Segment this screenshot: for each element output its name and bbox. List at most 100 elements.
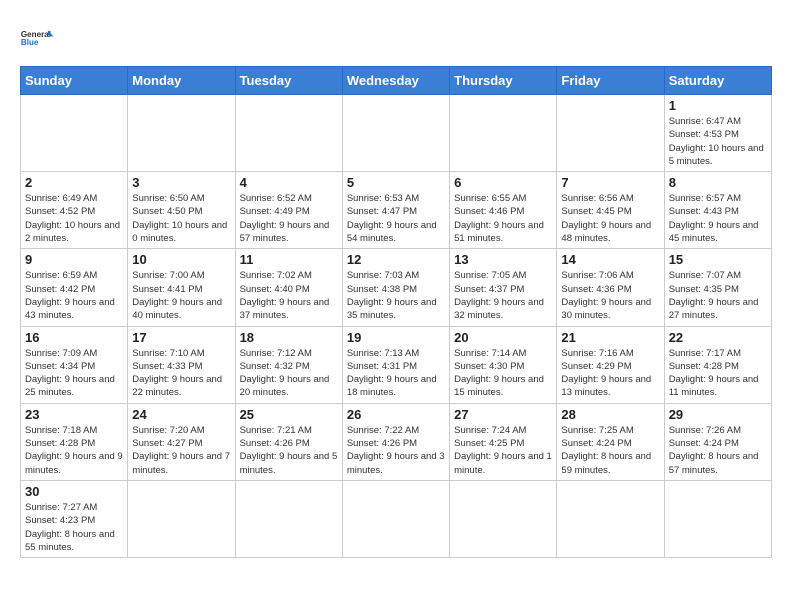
day-info: Sunrise: 6:53 AM Sunset: 4:47 PM Dayligh… [347, 192, 445, 245]
calendar-cell: 25Sunrise: 7:21 AM Sunset: 4:26 PM Dayli… [235, 403, 342, 480]
day-number: 29 [669, 407, 767, 422]
day-info: Sunrise: 6:55 AM Sunset: 4:46 PM Dayligh… [454, 192, 552, 245]
calendar-cell: 7 Sunrise: 6:56 AM Sunset: 4:45 PM Daylig… [557, 172, 664, 249]
calendar-cell: 10 Sunrise: 7:00 AM Sunset: 4:41 PM Dayli… [128, 249, 235, 326]
day-number: 6 [454, 175, 552, 190]
day-info: Sunrise: 7:10 AM Sunset: 4:33 PM Dayligh… [132, 347, 230, 400]
day-number: 18 [240, 330, 338, 345]
header-day-tuesday: Tuesday [235, 67, 342, 95]
calendar-week-3: 9 Sunrise: 6:59 AM Sunset: 4:42 PM Daylig… [21, 249, 772, 326]
day-info: Sunrise: 7:12 AM Sunset: 4:32 PM Dayligh… [240, 347, 338, 400]
calendar-cell: 12 Sunrise: 7:03 AM Sunset: 4:38 PM Dayli… [342, 249, 449, 326]
calendar-cell [128, 95, 235, 172]
day-info: Sunrise: 6:47 AM Sunset: 4:53 PM Dayligh… [669, 115, 767, 168]
calendar-cell: 6 Sunrise: 6:55 AM Sunset: 4:46 PM Daylig… [450, 172, 557, 249]
calendar-cell: 16Sunrise: 7:09 AM Sunset: 4:34 PM Dayli… [21, 326, 128, 403]
calendar-cell: 3 Sunrise: 6:50 AM Sunset: 4:50 PM Daylig… [128, 172, 235, 249]
day-info: Sunrise: 7:13 AM Sunset: 4:31 PM Dayligh… [347, 347, 445, 400]
day-info: Sunrise: 7:22 AM Sunset: 4:26 PM Dayligh… [347, 424, 445, 477]
calendar-cell: 27Sunrise: 7:24 AM Sunset: 4:25 PM Dayli… [450, 403, 557, 480]
calendar-cell: 8 Sunrise: 6:57 AM Sunset: 4:43 PM Daylig… [664, 172, 771, 249]
calendar-week-2: 2 Sunrise: 6:49 AM Sunset: 4:52 PM Daylig… [21, 172, 772, 249]
calendar-cell [342, 480, 449, 557]
calendar-week-4: 16Sunrise: 7:09 AM Sunset: 4:34 PM Dayli… [21, 326, 772, 403]
logo: GeneralBlue [20, 20, 56, 56]
day-number: 25 [240, 407, 338, 422]
day-number: 11 [240, 252, 338, 267]
calendar-cell: 30Sunrise: 7:27 AM Sunset: 4:23 PM Dayli… [21, 480, 128, 557]
day-number: 7 [561, 175, 659, 190]
day-info: Sunrise: 6:57 AM Sunset: 4:43 PM Dayligh… [669, 192, 767, 245]
calendar-week-5: 23Sunrise: 7:18 AM Sunset: 4:28 PM Dayli… [21, 403, 772, 480]
day-info: Sunrise: 6:50 AM Sunset: 4:50 PM Dayligh… [132, 192, 230, 245]
calendar-cell: 28 Sunrise: 7:25 AM Sunset: 4:24 PM Dayli… [557, 403, 664, 480]
calendar-cell [557, 480, 664, 557]
day-number: 13 [454, 252, 552, 267]
day-info: Sunrise: 7:06 AM Sunset: 4:36 PM Dayligh… [561, 269, 659, 322]
day-info: Sunrise: 7:14 AM Sunset: 4:30 PM Dayligh… [454, 347, 552, 400]
calendar-cell: 14 Sunrise: 7:06 AM Sunset: 4:36 PM Dayli… [557, 249, 664, 326]
calendar-cell: 2 Sunrise: 6:49 AM Sunset: 4:52 PM Daylig… [21, 172, 128, 249]
day-number: 22 [669, 330, 767, 345]
day-number: 4 [240, 175, 338, 190]
day-info: Sunrise: 7:25 AM Sunset: 4:24 PM Dayligh… [561, 424, 659, 477]
svg-text:General: General [21, 30, 51, 39]
calendar-cell [128, 480, 235, 557]
calendar-cell: 9 Sunrise: 6:59 AM Sunset: 4:42 PM Daylig… [21, 249, 128, 326]
day-number: 23 [25, 407, 123, 422]
calendar-cell [21, 95, 128, 172]
header-day-thursday: Thursday [450, 67, 557, 95]
day-number: 3 [132, 175, 230, 190]
day-info: Sunrise: 6:52 AM Sunset: 4:49 PM Dayligh… [240, 192, 338, 245]
day-info: Sunrise: 7:07 AM Sunset: 4:35 PM Dayligh… [669, 269, 767, 322]
calendar-cell [664, 480, 771, 557]
day-info: Sunrise: 7:05 AM Sunset: 4:37 PM Dayligh… [454, 269, 552, 322]
calendar-cell: 23Sunrise: 7:18 AM Sunset: 4:28 PM Dayli… [21, 403, 128, 480]
day-number: 27 [454, 407, 552, 422]
day-number: 24 [132, 407, 230, 422]
calendar-cell: 19 Sunrise: 7:13 AM Sunset: 4:31 PM Dayli… [342, 326, 449, 403]
day-number: 10 [132, 252, 230, 267]
logo-icon: GeneralBlue [20, 20, 56, 56]
day-number: 15 [669, 252, 767, 267]
day-info: Sunrise: 6:56 AM Sunset: 4:45 PM Dayligh… [561, 192, 659, 245]
day-number: 30 [25, 484, 123, 499]
day-number: 1 [669, 98, 767, 113]
header-day-wednesday: Wednesday [342, 67, 449, 95]
day-number: 17 [132, 330, 230, 345]
day-number: 2 [25, 175, 123, 190]
day-info: Sunrise: 6:59 AM Sunset: 4:42 PM Dayligh… [25, 269, 123, 322]
calendar-cell [235, 480, 342, 557]
day-number: 5 [347, 175, 445, 190]
calendar-cell: 13 Sunrise: 7:05 AM Sunset: 4:37 PM Dayli… [450, 249, 557, 326]
calendar-cell: 29Sunrise: 7:26 AM Sunset: 4:24 PM Dayli… [664, 403, 771, 480]
calendar-cell: 21 Sunrise: 7:16 AM Sunset: 4:29 PM Dayli… [557, 326, 664, 403]
calendar-cell [342, 95, 449, 172]
calendar-cell: 1 Sunrise: 6:47 AM Sunset: 4:53 PM Daylig… [664, 95, 771, 172]
day-number: 9 [25, 252, 123, 267]
day-info: Sunrise: 7:00 AM Sunset: 4:41 PM Dayligh… [132, 269, 230, 322]
calendar-cell [450, 480, 557, 557]
day-info: Sunrise: 7:02 AM Sunset: 4:40 PM Dayligh… [240, 269, 338, 322]
calendar-cell: 4 Sunrise: 6:52 AM Sunset: 4:49 PM Daylig… [235, 172, 342, 249]
calendar-cell: 17 Sunrise: 7:10 AM Sunset: 4:33 PM Dayli… [128, 326, 235, 403]
day-number: 14 [561, 252, 659, 267]
day-info: Sunrise: 7:17 AM Sunset: 4:28 PM Dayligh… [669, 347, 767, 400]
day-info: Sunrise: 7:03 AM Sunset: 4:38 PM Dayligh… [347, 269, 445, 322]
day-info: Sunrise: 6:49 AM Sunset: 4:52 PM Dayligh… [25, 192, 123, 245]
day-number: 21 [561, 330, 659, 345]
calendar-cell: 26 Sunrise: 7:22 AM Sunset: 4:26 PM Dayli… [342, 403, 449, 480]
calendar-cell: 15 Sunrise: 7:07 AM Sunset: 4:35 PM Dayli… [664, 249, 771, 326]
day-info: Sunrise: 7:20 AM Sunset: 4:27 PM Dayligh… [132, 424, 230, 477]
day-info: Sunrise: 7:16 AM Sunset: 4:29 PM Dayligh… [561, 347, 659, 400]
calendar-cell: 24 Sunrise: 7:20 AM Sunset: 4:27 PM Dayli… [128, 403, 235, 480]
day-number: 12 [347, 252, 445, 267]
day-number: 26 [347, 407, 445, 422]
calendar-week-6: 30Sunrise: 7:27 AM Sunset: 4:23 PM Dayli… [21, 480, 772, 557]
day-number: 8 [669, 175, 767, 190]
header-day-saturday: Saturday [664, 67, 771, 95]
day-number: 20 [454, 330, 552, 345]
day-number: 28 [561, 407, 659, 422]
header-day-monday: Monday [128, 67, 235, 95]
day-number: 19 [347, 330, 445, 345]
